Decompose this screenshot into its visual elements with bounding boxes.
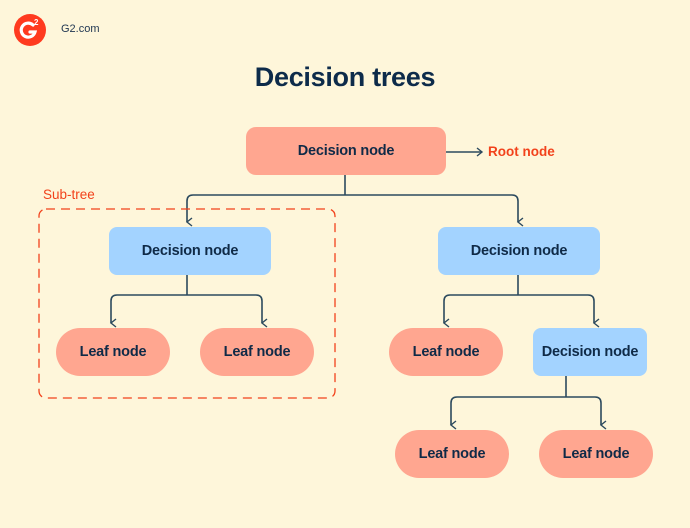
right-decision-node: Decision node — [438, 227, 600, 275]
leaf-node: Leaf node — [395, 430, 509, 478]
root-right-branch — [345, 194, 524, 227]
root-node-annotation: Root node — [488, 144, 555, 159]
leaf-node: Leaf node — [389, 328, 503, 376]
root-decision-node: Decision node — [246, 127, 446, 175]
leaf-node: Leaf node — [200, 328, 314, 376]
subtree-annotation: Sub-tree — [43, 187, 95, 202]
nested-decision-node: Decision node — [533, 328, 647, 376]
leaf-node: Leaf node — [539, 430, 653, 478]
left-decision-node: Decision node — [109, 227, 271, 275]
leaf-node: Leaf node — [56, 328, 170, 376]
